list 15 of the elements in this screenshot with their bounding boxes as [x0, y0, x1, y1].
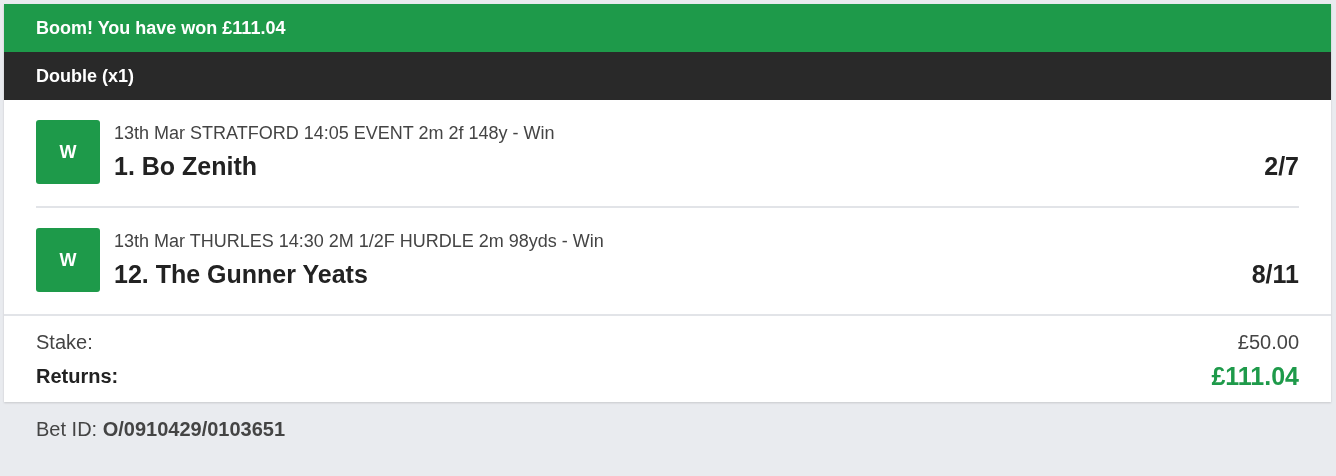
stake-label: Stake: [36, 330, 93, 354]
returns-amount: £111.04 [1211, 364, 1299, 388]
stake-amount: £50.00 [1237, 330, 1299, 354]
event-details: 13th Mar STRATFORD 14:05 EVENT 2m 2f 148y - Win [114, 123, 556, 143]
result-badge: W [36, 120, 100, 184]
odds: 2/7 [1264, 151, 1299, 181]
win-banner: Boom! You have won £111.04 [4, 4, 1331, 52]
runner-name: 12. The Gunner Yeats [114, 259, 368, 289]
bet-type-header: Double (x1) [4, 52, 1331, 100]
bet-id: Bet ID: O/0910429/0103651 [35, 417, 287, 442]
returns-label: Returns: [36, 364, 119, 388]
runner-name: 1. Bo Zenith [114, 151, 258, 181]
result-badge: W [36, 228, 100, 292]
odds: 8/11 [1251, 259, 1299, 289]
event-details: 13th Mar THURLES 14:30 2M 1/2F HURDLE 2m 98yds - Win [114, 231, 605, 251]
